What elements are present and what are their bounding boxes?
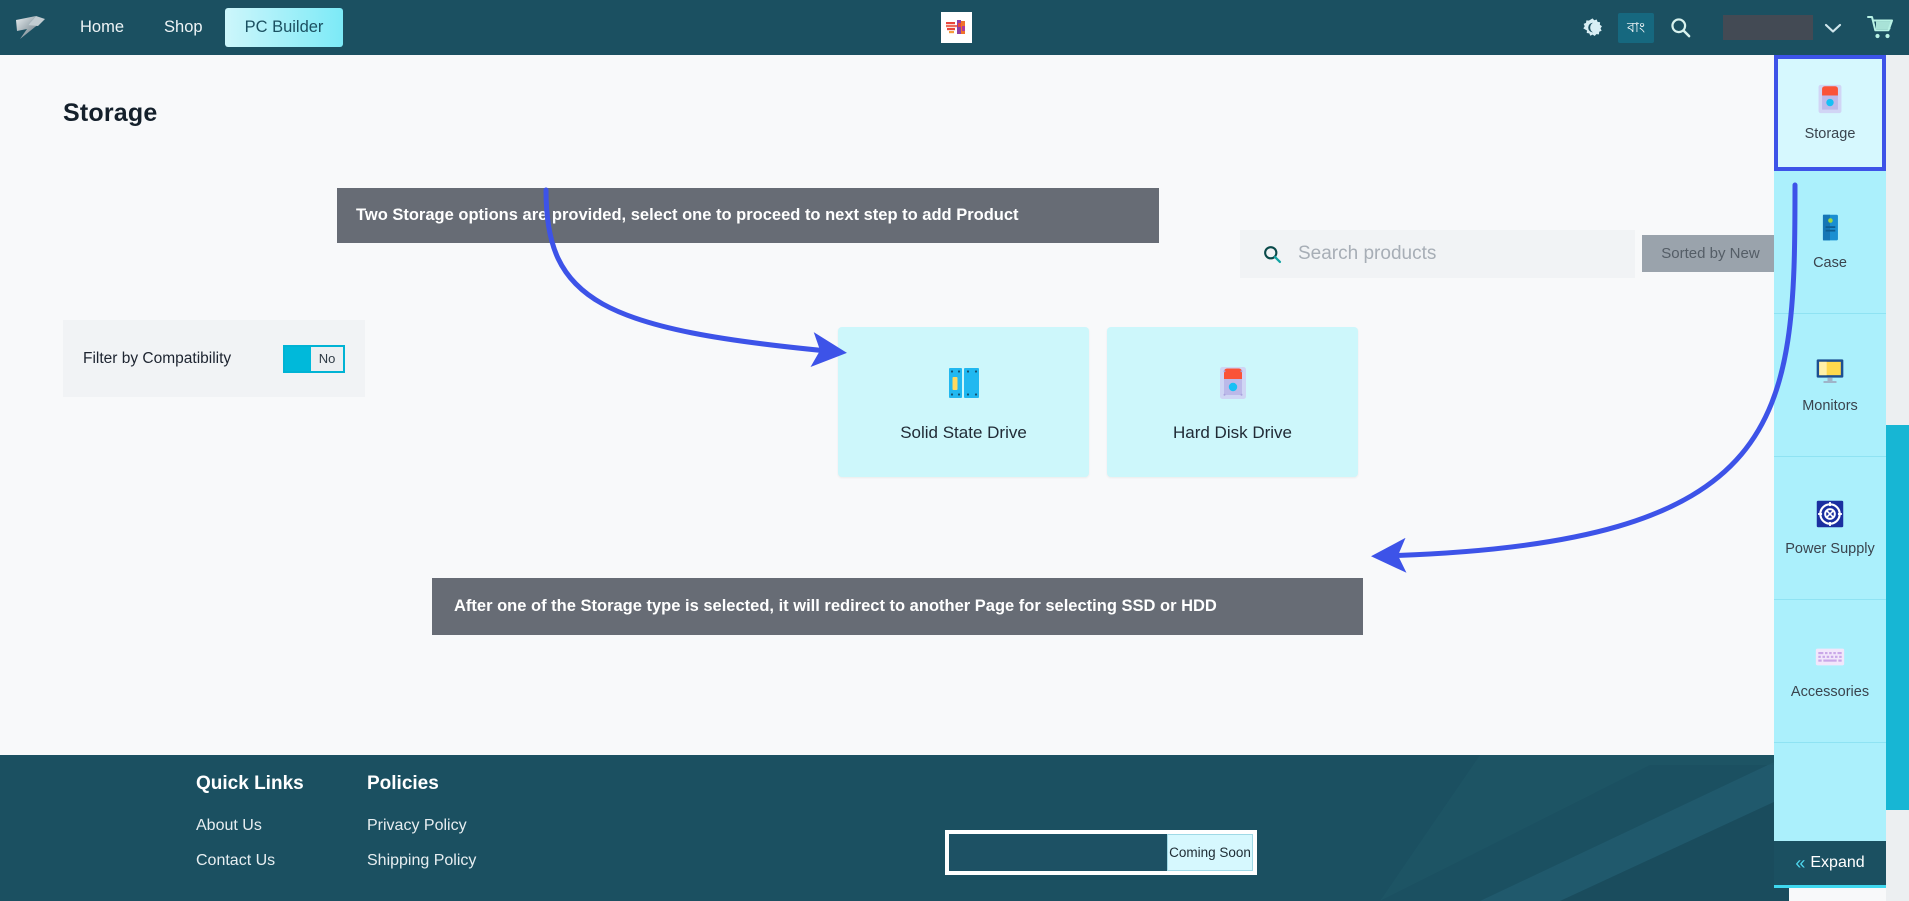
- search-icon: [1670, 18, 1690, 38]
- promo-tile[interactable]: [941, 12, 972, 43]
- newsletter-submit-button[interactable]: Coming Soon: [1167, 834, 1253, 871]
- nav-item-shop[interactable]: Shop: [146, 9, 221, 46]
- nav-item-pc-builder[interactable]: PC Builder: [224, 8, 344, 47]
- footer-column-quick-links: Quick Links About Us Contact Us: [196, 773, 304, 887]
- footer-link-contact-us[interactable]: Contact Us: [196, 852, 304, 870]
- chevron-down-icon: [1824, 23, 1842, 33]
- footer-heading: Policies: [367, 773, 439, 794]
- footer-heading: Quick Links: [196, 773, 304, 794]
- top-header: Home Shop PC Builder বাং: [0, 0, 1909, 55]
- category-sidebar: Storage Case Monitors Power Supply Acces…: [1774, 55, 1886, 861]
- brand-logo[interactable]: [0, 0, 62, 55]
- pc-case-icon: [1822, 214, 1838, 241]
- nav-item-home[interactable]: Home: [62, 9, 142, 46]
- language-toggle-button[interactable]: বাং: [1618, 12, 1654, 43]
- account-dropdown-button[interactable]: [1813, 0, 1853, 55]
- sidebar-item-storage[interactable]: Storage: [1774, 55, 1886, 171]
- site-footer: Quick Links About Us Contact Us Policies…: [0, 755, 1789, 901]
- gear-brightness-icon: [1582, 18, 1602, 36]
- page-title: Storage: [63, 99, 158, 127]
- annotation-callout-1: Two Storage options are provided, select…: [337, 188, 1159, 243]
- filter-compatibility-toggle[interactable]: No: [283, 344, 345, 373]
- hdd-icon: [1219, 367, 1246, 399]
- filter-compatibility-label: Filter by Compatibility: [83, 349, 232, 367]
- sidebar-item-label: Accessories: [1790, 683, 1870, 700]
- sidebar-item-label: Monitors: [1802, 397, 1858, 414]
- accessories-icon: [1815, 648, 1845, 666]
- main-nav: Home Shop PC Builder: [62, 0, 347, 55]
- newsletter-form: Coming Soon: [945, 830, 1257, 875]
- search-icon: [1264, 245, 1282, 263]
- header-actions: বাং: [1569, 0, 1909, 55]
- footer-link-privacy-policy[interactable]: Privacy Policy: [367, 817, 476, 835]
- double-chevron-left-icon: «: [1795, 852, 1806, 873]
- main-content: Storage Filter by Compatibility No Sorte…: [0, 55, 1789, 755]
- storage-option-cards: Solid State Drive Hard Disk Drive: [838, 327, 1358, 477]
- toggle-knob: [285, 346, 311, 371]
- footer-link-about-us[interactable]: About Us: [196, 817, 304, 835]
- footer-link-shipping-policy[interactable]: Shipping Policy: [367, 852, 476, 870]
- sidebar-expand-button[interactable]: « Expand: [1774, 841, 1886, 888]
- search-input[interactable]: [1298, 243, 1598, 265]
- sidebar-item-monitors[interactable]: Monitors: [1774, 314, 1886, 457]
- sidebar-item-label: Power Supply: [1785, 540, 1875, 557]
- power-supply-icon: [1816, 500, 1844, 528]
- sidebar-expand-label: Expand: [1810, 854, 1865, 871]
- search-button[interactable]: [1657, 0, 1703, 55]
- cart-button[interactable]: [1853, 0, 1909, 55]
- theme-toggle-button[interactable]: [1569, 0, 1615, 55]
- cart-icon: [1867, 16, 1893, 39]
- sidebar-item-accessories[interactable]: Accessories: [1774, 600, 1886, 743]
- sidebar-item-case[interactable]: Case: [1774, 171, 1886, 314]
- option-card-hard-disk-drive[interactable]: Hard Disk Drive: [1107, 327, 1358, 477]
- promo-tile-icon: [945, 20, 965, 34]
- monitor-icon: [1816, 359, 1844, 383]
- account-placeholder[interactable]: [1723, 15, 1813, 40]
- hdd-icon: [1818, 84, 1842, 114]
- brand-logo-icon: [16, 15, 45, 39]
- footer-column-policies: Policies Privacy Policy Shipping Policy: [367, 773, 476, 887]
- search-row: Sorted by New: [1240, 230, 1779, 278]
- ssd-icon: [948, 368, 979, 398]
- search-box[interactable]: [1240, 230, 1635, 278]
- sidebar-item-label: Case: [1813, 254, 1847, 271]
- filter-panel: Filter by Compatibility No: [63, 320, 365, 397]
- sidebar-item-power-supply[interactable]: Power Supply: [1774, 457, 1886, 600]
- annotation-callout-2: After one of the Storage type is selecte…: [432, 578, 1363, 635]
- option-card-label: Solid State Drive: [900, 423, 1027, 442]
- option-card-solid-state-drive[interactable]: Solid State Drive: [838, 327, 1089, 477]
- sort-button[interactable]: Sorted by New: [1642, 235, 1779, 272]
- toggle-value-label: No: [318, 351, 336, 366]
- option-card-label: Hard Disk Drive: [1172, 423, 1293, 442]
- newsletter-email-input[interactable]: [949, 834, 1167, 871]
- page-scrollbar-thumb[interactable]: [1886, 425, 1909, 810]
- sidebar-item-label: Storage: [1804, 125, 1856, 142]
